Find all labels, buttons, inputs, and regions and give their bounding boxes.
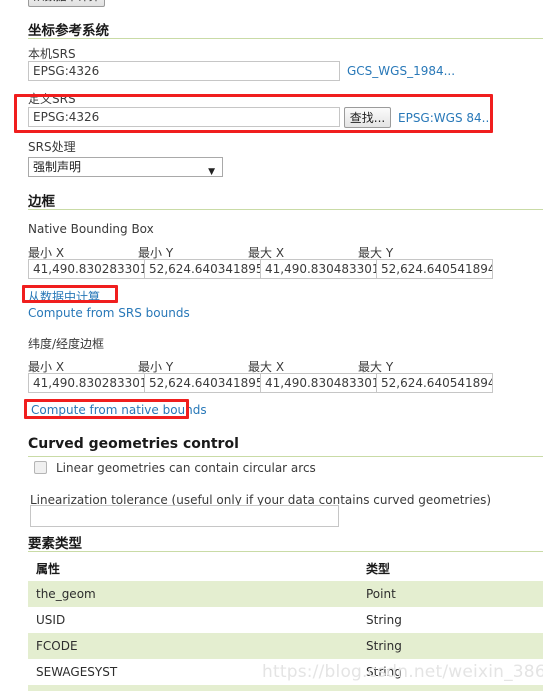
declared-srs-label: 定义SRS [28, 92, 76, 106]
declared-srs-input[interactable] [28, 107, 340, 127]
table-row[interactable]: the_geom Point [28, 581, 543, 607]
latlon-bbox-maxx-input[interactable]: 41,490.830483301 [260, 373, 377, 393]
native-bbox-label: Native Bounding Box [28, 222, 154, 236]
feature-types-section-title: 要素类型 [28, 536, 82, 552]
circular-arcs-checkbox-label: Linear geometries can contain circular a… [56, 461, 316, 475]
crs-section-title: 坐标参考系统 [28, 23, 109, 39]
latlon-bbox-label: 纬度/经度边框 [28, 337, 105, 351]
compute-from-srs-bounds-link[interactable]: Compute from SRS bounds [28, 306, 190, 320]
watermark: https://blog.csdn.net/weixin_38670190 [262, 662, 543, 682]
compute-from-data-top-button[interactable]: 从数据中计算 [28, 0, 105, 7]
table-header-attribute: 属性 [36, 562, 61, 576]
bbox-section-title: 边框 [28, 194, 55, 210]
native-srs-label: 本机SRS [28, 47, 76, 61]
latlon-bbox-miny-input[interactable]: 52,624.640341895 [144, 373, 261, 393]
native-srs-link[interactable]: GCS_WGS_1984... [347, 64, 455, 78]
table-header-row: 属性 类型 [28, 557, 543, 581]
native-bbox-maxx-input[interactable]: 41,490.830483301 [260, 259, 377, 279]
native-bbox-maxy-input[interactable]: 52,624.640541894 [376, 259, 493, 279]
find-srs-button[interactable]: 查找... [344, 107, 391, 128]
table-cell-attribute: the_geom [36, 587, 96, 601]
circular-arcs-checkbox[interactable] [34, 461, 47, 474]
layer-edit-page: 从数据中计算 坐标参考系统 本机SRS GCS_WGS_1984... 定义SR… [0, 0, 543, 691]
table-row[interactable]: FCODE String [28, 633, 543, 659]
bbox-section-divider [28, 209, 543, 210]
table-cell-type: String [366, 639, 402, 653]
table-row-partial[interactable] [28, 685, 543, 691]
srs-handling-select[interactable]: 强制声明 ▼ [28, 157, 223, 177]
table-cell-attribute: USID [36, 613, 66, 627]
native-srs-input[interactable] [28, 61, 340, 81]
table-cell-attribute: FCODE [36, 639, 78, 653]
crs-section-divider [28, 38, 543, 39]
srs-handling-label: SRS处理 [28, 140, 76, 154]
linearization-tolerance-input[interactable] [30, 505, 339, 527]
table-cell-attribute: SEWAGESYST [36, 665, 118, 679]
feature-types-section-divider [28, 551, 543, 552]
latlon-bbox-maxy-input[interactable]: 52,624.640541894 [376, 373, 493, 393]
compute-from-native-bounds-link[interactable]: Compute from native bounds [31, 403, 207, 417]
srs-handling-selected-value: 强制声明 [33, 160, 82, 174]
chevron-down-icon: ▼ [208, 167, 215, 177]
table-cell-type: String [366, 613, 402, 627]
curved-geometries-section-title: Curved geometries control [28, 436, 239, 452]
declared-srs-link[interactable]: EPSG:WGS 84... [398, 111, 493, 125]
compute-from-data-link[interactable]: 从数据中计算 [28, 288, 100, 305]
curved-geometries-section-divider [28, 456, 543, 457]
native-bbox-minx-input[interactable]: 41,490.830283301 [28, 259, 145, 279]
table-row[interactable]: USID String [28, 607, 543, 633]
native-bbox-miny-input[interactable]: 52,624.640341895 [144, 259, 261, 279]
table-header-type: 类型 [366, 562, 391, 576]
table-cell-type: Point [366, 587, 396, 601]
latlon-bbox-minx-input[interactable]: 41,490.830283301 [28, 373, 145, 393]
